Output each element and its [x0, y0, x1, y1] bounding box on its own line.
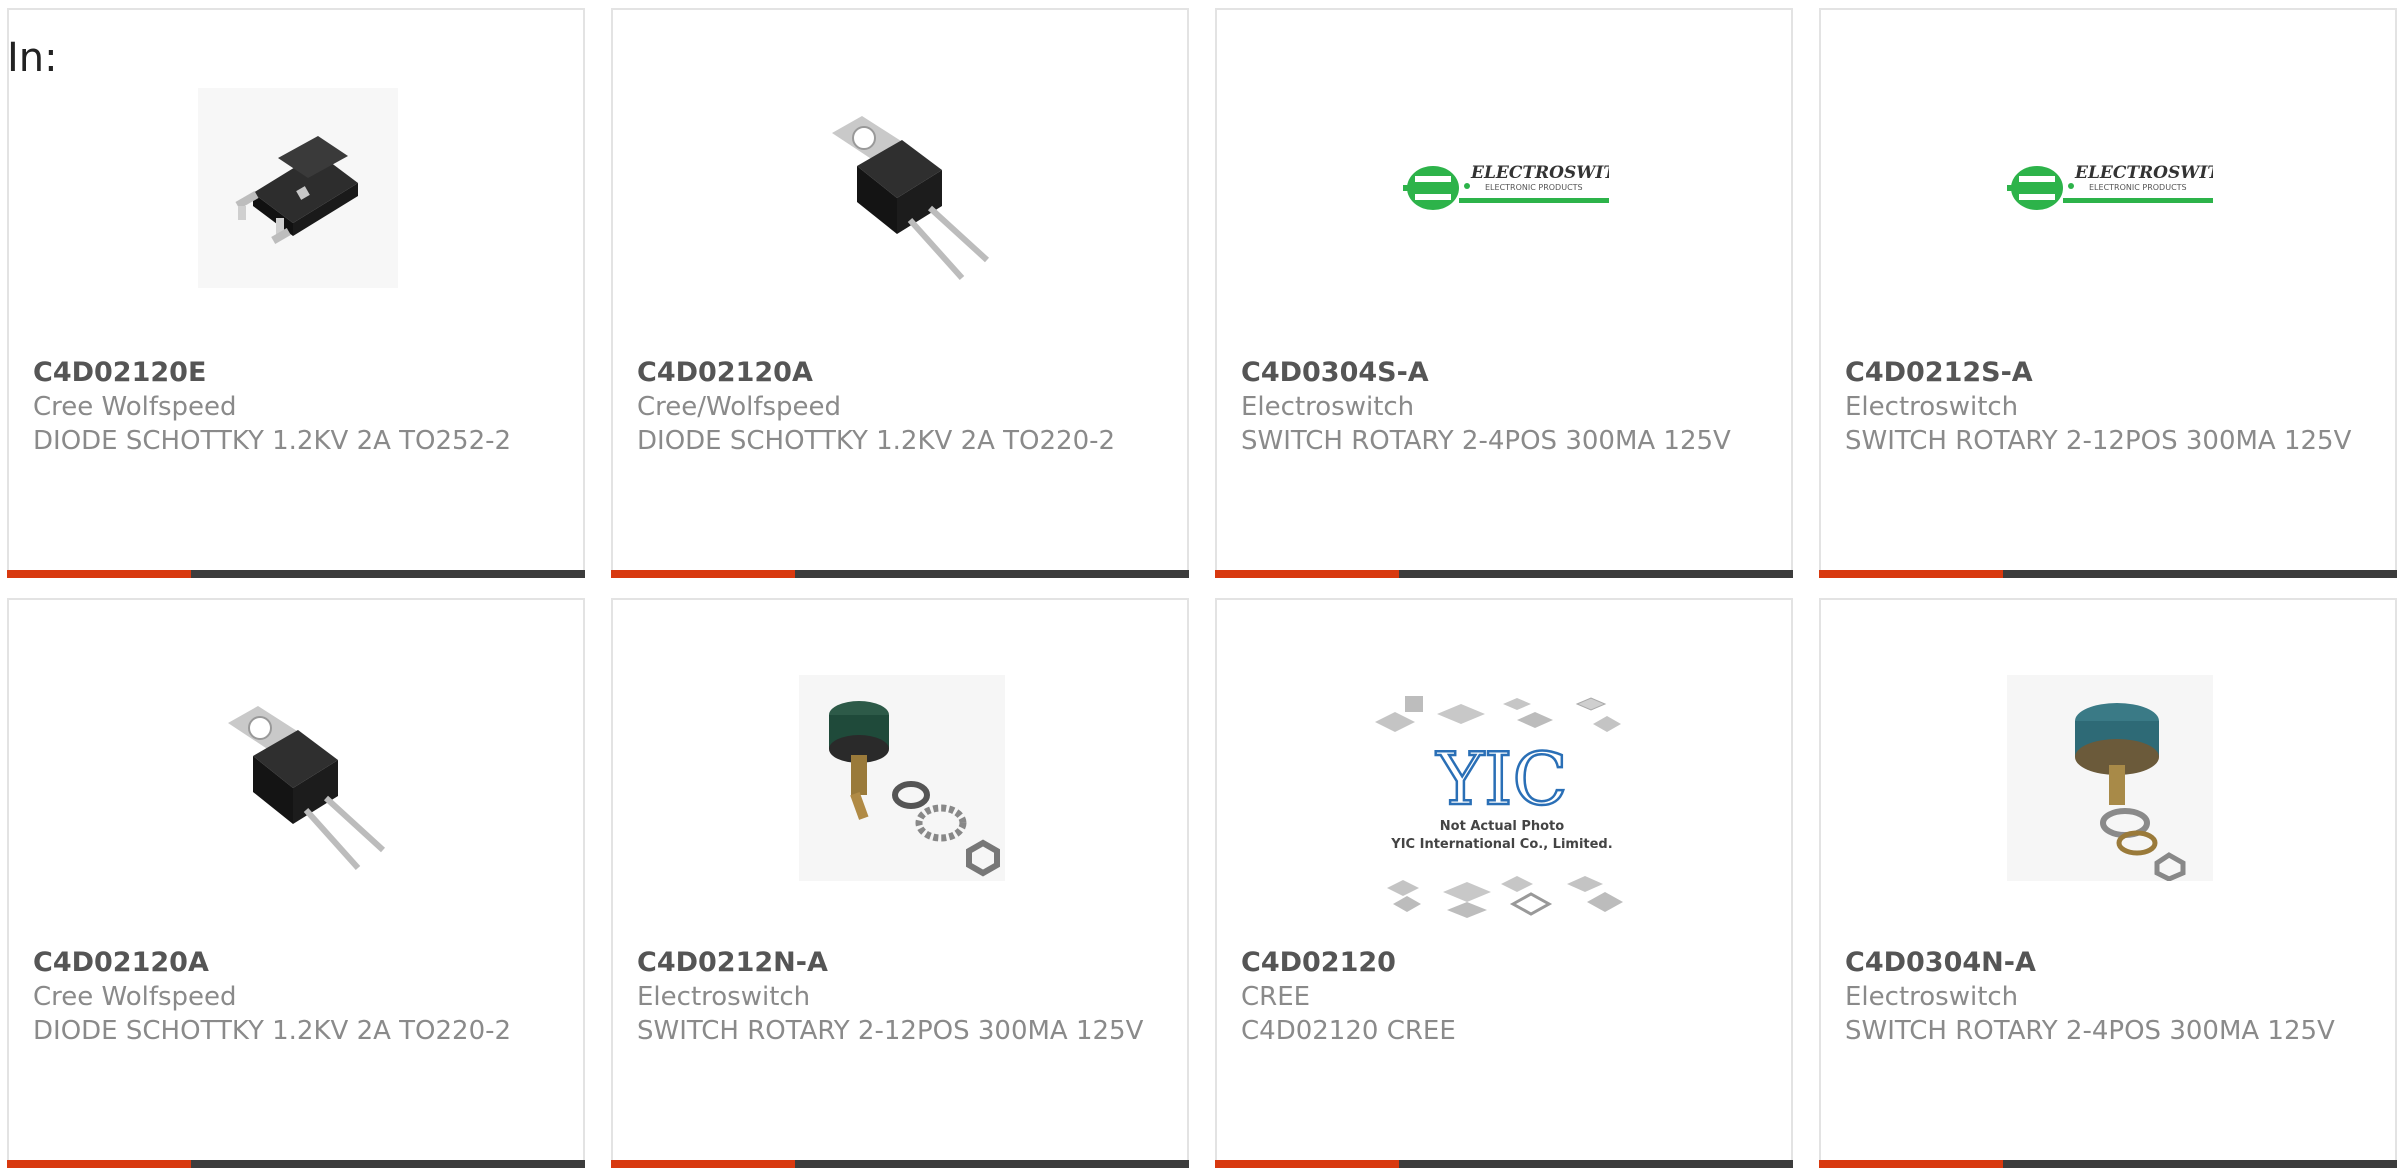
description: DIODE SCHOTTKY 1.2KV 2A TO220-2	[637, 426, 1116, 456]
card-bar	[1819, 1160, 2397, 1168]
manufacturer: Cree Wolfspeed	[33, 392, 237, 422]
card-bar	[611, 570, 1189, 578]
description: SWITCH ROTARY 2-12POS 300MA 125V	[637, 1016, 1144, 1046]
part-number[interactable]: C4D0212S-A	[1845, 356, 2365, 390]
svg-text:ELECTROSWITCH: ELECTROSWITCH	[2074, 163, 2213, 183]
rotary-switch-icon	[799, 675, 1005, 881]
manufacturer: Electroswitch	[1241, 392, 1415, 422]
svg-text:ELECTRONIC PRODUCTS: ELECTRONIC PRODUCTS	[2089, 183, 2187, 192]
description: DIODE SCHOTTKY 1.2KV 2A TO252-2	[33, 426, 512, 456]
manufacturer: Electroswitch	[1845, 392, 2019, 422]
part-number[interactable]: C4D0304N-A	[1845, 946, 2365, 980]
product-card[interactable]: C4D02120E Cree Wolfspeed DIODE SCHOTTKY …	[7, 8, 585, 578]
description: SWITCH ROTARY 2-4POS 300MA 125V	[1845, 1016, 2335, 1046]
svg-text:Not Actual Photo: Not Actual Photo	[1440, 819, 1564, 834]
to220-package-icon	[195, 675, 401, 881]
svg-text:ELECTROSWITCH: ELECTROSWITCH	[1470, 163, 1609, 183]
part-number[interactable]: C4D02120	[1241, 946, 1761, 980]
product-card[interactable]: ELECTROSWITCH ELECTRONIC PRODUCTS C4D030…	[1215, 8, 1793, 578]
manufacturer: Electroswitch	[1845, 982, 2019, 1012]
yic-placeholder-image: YIC Not Actual Photo YIC International C…	[1367, 690, 1637, 930]
description: C4D02120 CREE	[1241, 1016, 1456, 1046]
description: DIODE SCHOTTKY 1.2KV 2A TO220-2	[33, 1016, 512, 1046]
part-number[interactable]: C4D02120A	[637, 356, 1157, 390]
description: SWITCH ROTARY 2-12POS 300MA 125V	[1845, 426, 2352, 456]
product-card[interactable]: C4D0212N-A Electroswitch SWITCH ROTARY 2…	[611, 598, 1189, 1168]
description: SWITCH ROTARY 2-4POS 300MA 125V	[1241, 426, 1731, 456]
card-bar	[611, 1160, 1189, 1168]
product-card[interactable]: C4D02120A Cree Wolfspeed DIODE SCHOTTKY …	[7, 598, 585, 1168]
rotary-switch-icon	[2007, 675, 2213, 881]
product-card[interactable]: C4D0304N-A Electroswitch SWITCH ROTARY 2…	[1819, 598, 2397, 1168]
svg-text:YIC: YIC	[1435, 737, 1567, 821]
svg-text:ELECTRONIC PRODUCTS: ELECTRONIC PRODUCTS	[1485, 183, 1583, 192]
part-number[interactable]: C4D02120A	[33, 946, 553, 980]
part-number[interactable]: C4D02120E	[33, 356, 553, 390]
manufacturer: Cree/Wolfspeed	[637, 392, 842, 422]
in-label: In:	[7, 35, 58, 81]
manufacturer: CREE	[1241, 982, 1311, 1012]
to220-package-icon	[799, 85, 1005, 291]
product-card[interactable]: ELECTROSWITCH ELECTRONIC PRODUCTS C4D021…	[1819, 8, 2397, 578]
manufacturer: Electroswitch	[637, 982, 811, 1012]
product-card[interactable]: C4D02120A Cree/Wolfspeed DIODE SCHOTTKY …	[611, 8, 1189, 578]
to252-package-icon	[195, 85, 401, 291]
card-bar	[1215, 1160, 1793, 1168]
card-bar	[7, 1160, 585, 1168]
part-number[interactable]: C4D0304S-A	[1241, 356, 1761, 390]
part-number[interactable]: C4D0212N-A	[637, 946, 1157, 980]
electroswitch-logo: ELECTROSWITCH ELECTRONIC PRODUCTS	[2007, 85, 2213, 291]
svg-text:YIC International Co., Limited: YIC International Co., Limited.	[1390, 837, 1612, 852]
manufacturer: Cree Wolfspeed	[33, 982, 237, 1012]
card-bar	[1215, 570, 1793, 578]
electroswitch-logo: ELECTROSWITCH ELECTRONIC PRODUCTS	[1403, 85, 1609, 291]
card-bar	[7, 570, 585, 578]
card-bar	[1819, 570, 2397, 578]
product-card[interactable]: YIC Not Actual Photo YIC International C…	[1215, 598, 1793, 1168]
